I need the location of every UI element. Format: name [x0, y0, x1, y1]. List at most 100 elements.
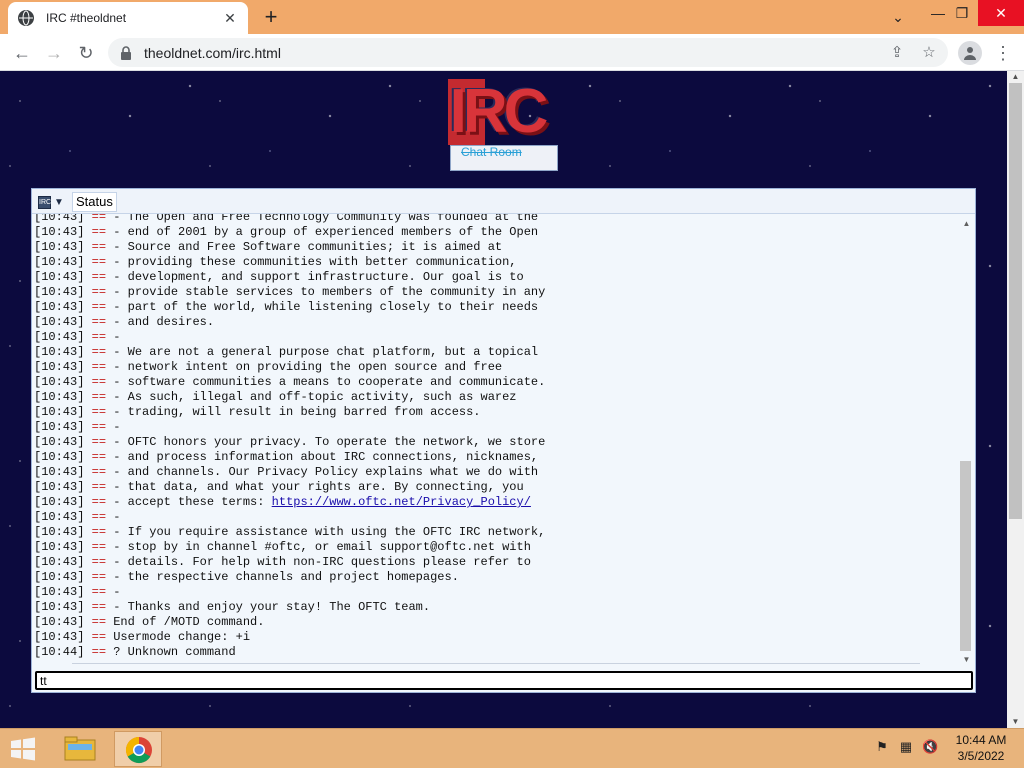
- system-clock[interactable]: 10:44 AM 3/5/2022: [948, 732, 1014, 764]
- irc-message-line: [10:43] == -: [34, 330, 545, 345]
- tab-search-icon[interactable]: ⌄: [876, 4, 920, 30]
- address-bar[interactable]: theoldnet.com/irc.html ⇪ ☆: [108, 38, 948, 67]
- irc-message-line: [10:43] == Usermode change: +i: [34, 630, 545, 645]
- message-marker: ==: [91, 240, 107, 254]
- globe-icon: [18, 10, 34, 26]
- bookmark-star-icon[interactable]: ☆: [920, 44, 938, 62]
- message-marker: ==: [91, 330, 107, 344]
- message-marker: ==: [91, 375, 107, 389]
- irc-message-line: [10:43] == - and channels. Our Privacy P…: [34, 465, 545, 480]
- windows-start-icon[interactable]: [8, 735, 38, 763]
- lock-icon[interactable]: [120, 45, 132, 60]
- irc-message-line: [10:43] == - development, and support in…: [34, 270, 545, 285]
- tab-status[interactable]: Status: [72, 192, 117, 212]
- clock-date: 3/5/2022: [957, 749, 1005, 763]
- irc-app-icon: IRC: [38, 195, 51, 209]
- browser-tab[interactable]: IRC #theoldnet ✕: [8, 2, 248, 34]
- message-text: -: [106, 585, 121, 599]
- message-marker: ==: [91, 645, 107, 659]
- irc-message-line: [10:43] == - provide stable services to …: [34, 285, 545, 300]
- divider: [72, 663, 920, 664]
- windows-taskbar: ⚑ ▦ 🔇 10:44 AM 3/5/2022: [0, 728, 1024, 768]
- close-window-button[interactable]: ✕: [978, 0, 1024, 26]
- irc-message-line: [10:43] == - end of 2001 by a group of e…: [34, 225, 545, 240]
- scroll-up-arrow-icon[interactable]: ▲: [958, 218, 975, 230]
- message-marker: ==: [91, 345, 107, 359]
- message-timestamp: [10:43]: [34, 330, 85, 344]
- message-marker: ==: [91, 615, 107, 629]
- message-text: - providing these communities with bette…: [106, 255, 517, 269]
- logo-title: IRC: [448, 77, 548, 146]
- page-scroll-thumb[interactable]: [1009, 83, 1022, 519]
- scroll-down-arrow-icon[interactable]: ▼: [958, 654, 975, 666]
- irc-message-line: [10:43] == - OFTC honors your privacy. T…: [34, 435, 545, 450]
- page-viewport: IRC Chat Room IRC ▼ Status [10:43] == - …: [0, 71, 1024, 728]
- message-timestamp: [10:43]: [34, 390, 85, 404]
- message-text: - end of 2001 by a group of experienced …: [106, 225, 539, 239]
- volume-muted-icon[interactable]: 🔇: [922, 739, 938, 755]
- irc-message-line: [10:43] == -: [34, 585, 545, 600]
- irc-message-line: [10:43] == -: [34, 510, 545, 525]
- message-timestamp: [10:43]: [34, 600, 85, 614]
- reload-icon[interactable]: ↻: [72, 39, 100, 67]
- message-timestamp: [10:43]: [34, 555, 85, 569]
- chrome-icon[interactable]: [114, 731, 162, 767]
- clock-time: 10:44 AM: [955, 733, 1007, 747]
- message-timestamp: [10:43]: [34, 225, 85, 239]
- message-marker: ==: [91, 540, 107, 554]
- message-text: Usermode change: +i: [106, 630, 251, 644]
- message-timestamp: [10:43]: [34, 214, 85, 224]
- message-marker: ==: [91, 510, 107, 524]
- message-text: - part of the world, while listening clo…: [106, 300, 539, 314]
- message-text: - the respective channels and project ho…: [106, 570, 459, 584]
- tab-strip: IRC #theoldnet ✕ + ⌄ — ❐ ✕: [0, 0, 1024, 34]
- irc-message-line: [10:43] == - If you require assistance w…: [34, 525, 545, 540]
- message-marker: ==: [91, 420, 107, 434]
- irc-message-line: [10:43] == - and process information abo…: [34, 450, 545, 465]
- back-icon[interactable]: ←: [8, 39, 36, 67]
- irc-tab-bar: IRC ▼ Status: [32, 189, 975, 214]
- message-timestamp: [10:43]: [34, 510, 85, 524]
- page-scroll-down-icon[interactable]: ▼: [1007, 716, 1024, 728]
- forward-icon[interactable]: →: [40, 39, 68, 67]
- irc-message-line: [10:43] == - Thanks and enjoy your stay!…: [34, 600, 545, 615]
- message-marker: ==: [91, 570, 107, 584]
- message-timestamp: [10:43]: [34, 480, 85, 494]
- profile-avatar-icon[interactable]: [958, 41, 982, 65]
- file-explorer-icon[interactable]: [56, 731, 104, 767]
- page-scroll-up-icon[interactable]: ▲: [1007, 71, 1024, 83]
- message-text: - and process information about IRC conn…: [106, 450, 539, 464]
- message-text: - and desires.: [106, 315, 215, 329]
- message-text: End of /MOTD command.: [106, 615, 265, 629]
- page-scrollbar[interactable]: ▲ ▼: [1007, 71, 1024, 728]
- message-marker: ==: [91, 630, 107, 644]
- irc-menu-button[interactable]: IRC ▼: [38, 194, 66, 210]
- message-marker: ==: [91, 405, 107, 419]
- message-text: - trading, will result in being barred f…: [106, 405, 481, 419]
- flag-icon[interactable]: ⚑: [874, 739, 890, 755]
- irc-message-line: [10:43] == - trading, will result in bei…: [34, 405, 545, 420]
- irc-message-line: [10:43] == - details. For help with non-…: [34, 555, 545, 570]
- message-marker: ==: [91, 525, 107, 539]
- close-tab-icon[interactable]: ✕: [222, 10, 238, 26]
- network-icon[interactable]: ▦: [898, 739, 914, 755]
- message-timestamp: [10:43]: [34, 255, 85, 269]
- irc-scrollbar[interactable]: ▲ ▼: [958, 214, 975, 666]
- privacy-policy-link[interactable]: https://www.oftc.net/Privacy_Policy/: [272, 495, 531, 509]
- message-marker: ==: [91, 555, 107, 569]
- share-icon[interactable]: ⇪: [888, 44, 906, 62]
- message-text: - network intent on providing the open s…: [106, 360, 503, 374]
- irc-scroll-thumb[interactable]: [960, 461, 971, 651]
- irc-message-line: [10:43] == - As such, illegal and off-to…: [34, 390, 545, 405]
- irc-message-input[interactable]: [35, 671, 973, 690]
- message-timestamp: [10:43]: [34, 420, 85, 434]
- irc-client: IRC ▼ Status [10:43] == - The Open and F…: [31, 188, 976, 693]
- message-timestamp: [10:43]: [34, 270, 85, 284]
- message-text: - stop by in channel #oftc, or email sup…: [106, 540, 531, 554]
- message-timestamp: [10:43]: [34, 585, 85, 599]
- kebab-menu-icon[interactable]: ⋮: [994, 39, 1012, 67]
- irc-message-line: [10:44] == ? Unknown command: [34, 645, 545, 660]
- message-marker: ==: [91, 285, 107, 299]
- message-text: - provide stable services to members of …: [106, 285, 546, 299]
- new-tab-button[interactable]: +: [258, 4, 284, 30]
